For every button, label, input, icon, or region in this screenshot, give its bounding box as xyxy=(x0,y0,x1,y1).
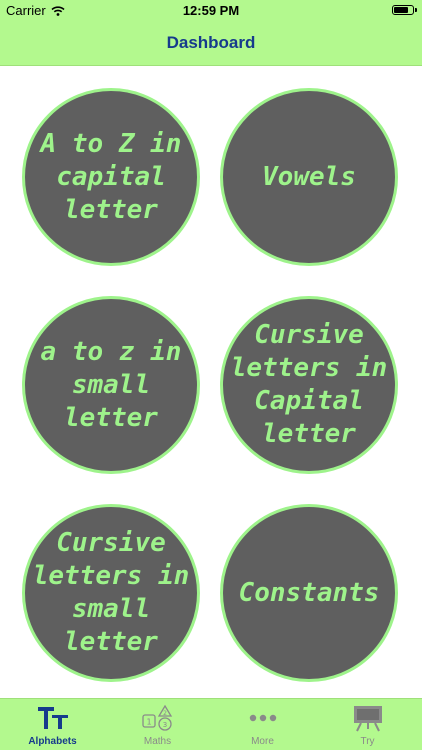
alphabets-icon xyxy=(0,704,105,732)
dashboard-grid: A to Z in capital letter Vowels a to z i… xyxy=(0,66,422,698)
tab-maths[interactable]: 1 2 3 Maths xyxy=(105,699,210,750)
svg-text:3: 3 xyxy=(162,721,166,729)
card-cursive-small[interactable]: Cursive letters in small letter xyxy=(22,504,200,682)
tab-more[interactable]: More xyxy=(210,699,315,750)
card-label: A to Z in capital letter xyxy=(40,128,182,225)
maths-icon: 1 2 3 xyxy=(105,704,210,732)
tab-try[interactable]: Try xyxy=(315,699,420,750)
svg-text:2: 2 xyxy=(163,710,167,717)
card-label: Cursive letters in small letter xyxy=(32,528,190,657)
tab-bar: Alphabets 1 2 3 Maths More Try xyxy=(0,698,422,750)
status-time: 12:59 PM xyxy=(182,3,240,18)
more-icon xyxy=(210,704,315,732)
easel-icon xyxy=(315,704,420,732)
card-label: Constants xyxy=(238,577,380,608)
card-label: Vowels xyxy=(262,161,356,192)
card-label: a to z in small letter xyxy=(40,336,182,433)
card-vowels[interactable]: Vowels xyxy=(220,88,398,266)
navigation-bar: Dashboard xyxy=(0,22,422,66)
tab-label: Maths xyxy=(143,736,172,747)
card-a-to-z-small[interactable]: a to z in small letter xyxy=(22,296,200,474)
battery-icon xyxy=(392,5,417,15)
status-bar: Carrier 12:59 PM xyxy=(0,0,422,22)
svg-text:1: 1 xyxy=(146,718,151,727)
card-label: Cursive letters in Capital letter xyxy=(230,320,388,449)
tab-label: More xyxy=(251,736,274,747)
card-constants[interactable]: Constants xyxy=(220,504,398,682)
card-cursive-capital[interactable]: Cursive letters in Capital letter xyxy=(220,296,398,474)
tab-label: Alphabets xyxy=(28,736,77,747)
card-a-to-z-capital[interactable]: A to Z in capital letter xyxy=(22,88,200,266)
tab-label: Try xyxy=(360,736,375,747)
page-title: Dashboard xyxy=(166,33,256,52)
tab-alphabets[interactable]: Alphabets xyxy=(0,699,105,750)
